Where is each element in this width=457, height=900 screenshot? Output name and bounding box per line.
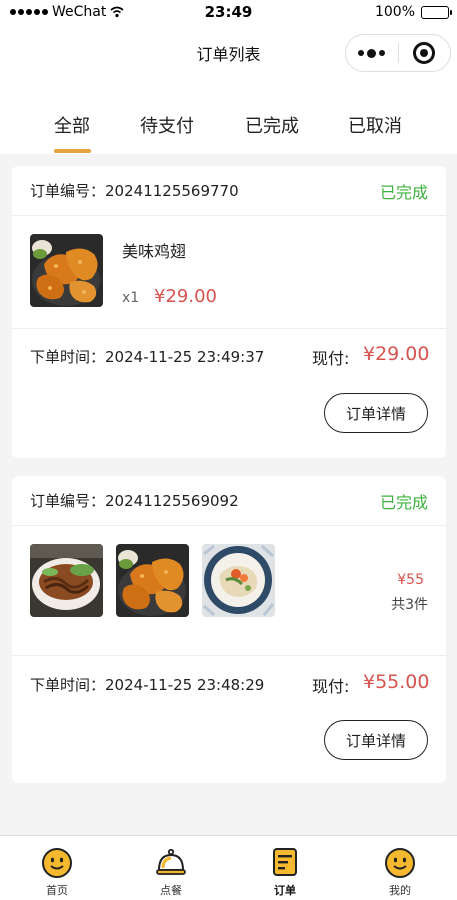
tab-pending-payment[interactable]: 待支付 (140, 112, 194, 138)
nav-bar: 订单列表 (0, 26, 457, 82)
order-time: 下单时间：2024-11-25 23:48:29 (30, 674, 264, 695)
tabbar-label: 首页 (46, 884, 68, 897)
tabbar-item-order-food[interactable]: 点餐 (114, 836, 228, 900)
divider (12, 655, 446, 656)
paid-amount: ¥29.00 (363, 343, 430, 365)
bottom-tab-bar: 首页 点餐 订单 我的 (0, 835, 457, 900)
tab-all[interactable]: 全部 (54, 112, 90, 138)
status-right: 100% (374, 4, 452, 20)
order-detail-button[interactable]: 订单详情 (324, 393, 428, 433)
order-card-header: 订单编号：20241125569770 已完成 (12, 166, 446, 216)
order-list-icon (273, 848, 297, 876)
food-thumbnail-rice-bowl (202, 544, 275, 617)
order-status: 已完成 (379, 493, 428, 512)
item-name: 美味鸡翅 (122, 242, 187, 261)
active-tab-indicator (54, 149, 91, 153)
more-icon[interactable] (346, 48, 398, 58)
order-time-label: 下单时间： (30, 348, 106, 366)
order-number-value: 20241125569092 (105, 492, 239, 510)
order-time-value: 2024-11-25 23:48:29 (105, 676, 265, 694)
tab-cancelled[interactable]: 已取消 (348, 112, 402, 138)
order-time: 下单时间：2024-11-25 23:49:37 (30, 346, 264, 367)
smiley-icon (385, 848, 415, 878)
status-bar: WeChat 23:49 100% (0, 0, 457, 26)
paid-label: 现付: (312, 677, 350, 696)
order-detail-button[interactable]: 订单详情 (324, 720, 428, 760)
battery-percent: 100% (374, 4, 415, 20)
food-thumbnail-chicken-wings (30, 234, 103, 307)
food-thumbnail-noodle-soup (30, 544, 103, 617)
tabbar-item-home[interactable]: 首页 (0, 836, 114, 900)
paid-label: 现付: (312, 349, 350, 368)
order-number-label: 订单编号： (30, 182, 106, 200)
order-number: 订单编号：20241125569092 (30, 490, 239, 511)
order-card: 订单编号：20241125569092 已完成 ¥55 共3件 下单时间：202… (12, 476, 446, 783)
tabbar-item-orders[interactable]: 订单 (228, 836, 342, 900)
order-item-count: 共3件 (391, 597, 428, 613)
order-number-value: 20241125569770 (105, 182, 239, 200)
order-time-label: 下单时间： (30, 676, 106, 694)
battery-icon (421, 5, 452, 19)
food-thumbnail-chicken-wings (116, 544, 189, 617)
order-card: 订单编号：20241125569770 已完成 美味鸡翅 x1 ¥29.00 下… (12, 166, 446, 458)
tabbar-item-profile[interactable]: 我的 (343, 836, 457, 900)
item-price: ¥29.00 (154, 286, 217, 307)
close-miniprogram-icon[interactable] (398, 42, 450, 64)
paid-amount: ¥55.00 (363, 671, 430, 693)
cloche-icon (156, 848, 186, 875)
order-status: 已完成 (379, 183, 428, 202)
tabbar-label: 订单 (274, 884, 296, 897)
tab-completed[interactable]: 已完成 (245, 112, 299, 138)
order-total-price: ¥55 (397, 572, 424, 588)
tabbar-label: 我的 (389, 884, 411, 897)
order-number: 订单编号：20241125569770 (30, 180, 239, 201)
order-time-value: 2024-11-25 23:49:37 (105, 348, 265, 366)
divider (12, 328, 446, 329)
item-quantity: x1 (122, 290, 140, 306)
order-filter-tabs: 全部 待支付 已完成 已取消 (0, 82, 457, 154)
order-card-header: 订单编号：20241125569092 已完成 (12, 476, 446, 526)
miniprogram-capsule (345, 34, 451, 72)
smiley-icon (42, 848, 72, 878)
tabbar-label: 点餐 (160, 884, 182, 897)
order-number-label: 订单编号： (30, 492, 106, 510)
